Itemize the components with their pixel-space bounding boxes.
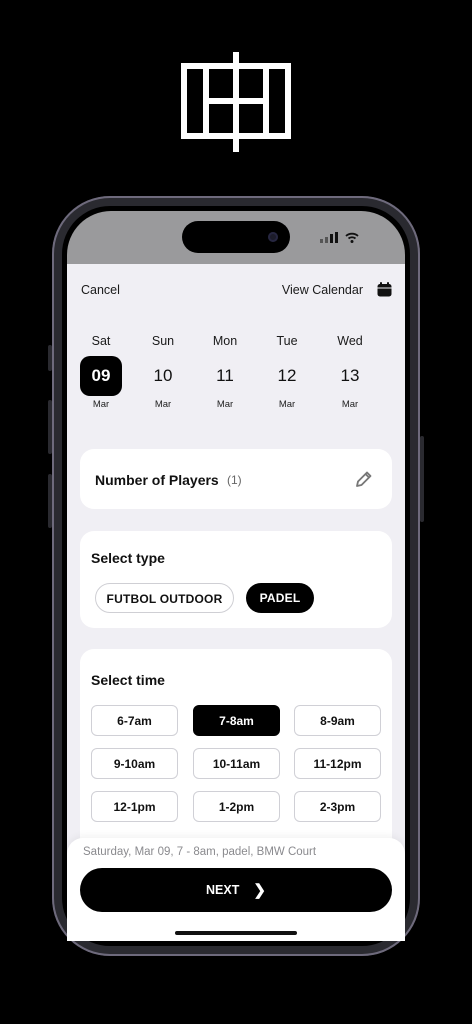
booking-sheet: Cancel View Calendar Sat 09 Mar Sun 10 M… [67, 264, 405, 941]
court-logo-icon [181, 52, 291, 152]
time-slot-7-8am[interactable]: 7-8am [193, 705, 280, 736]
time-slot-9-10am[interactable]: 9-10am [91, 748, 178, 779]
sheet-header: Cancel View Calendar [67, 264, 405, 316]
day-selector: Sat 09 Mar Sun 10 Mar Mon 11 Mar Tue 12 … [67, 334, 405, 414]
chevron-right-icon: ❯ [253, 882, 266, 899]
day-sat-09[interactable]: Sat 09 Mar [79, 334, 123, 414]
day-month: Mar [278, 399, 296, 410]
day-number: 11 [216, 366, 234, 385]
dynamic-island [182, 221, 290, 253]
day-name: Sat [91, 334, 111, 348]
home-indicator [175, 931, 297, 935]
bottom-bar: Saturday, Mar 09, 7 - 8am, padel, BMW Co… [67, 838, 405, 941]
pencil-icon[interactable] [354, 469, 374, 489]
time-slot-2-3pm[interactable]: 2-3pm [294, 791, 381, 822]
time-slot-12-1pm[interactable]: 12-1pm [91, 791, 178, 822]
time-slot-8-9am[interactable]: 8-9am [294, 705, 381, 736]
time-section-title: Select time [91, 672, 165, 688]
players-title: Number of Players [95, 472, 219, 488]
day-sun-10[interactable]: Sun 10 Mar [141, 334, 185, 414]
view-calendar-button[interactable]: View Calendar [282, 283, 363, 297]
type-option-futbol-outdoor[interactable]: FUTBOL OUTDOOR [95, 583, 234, 613]
next-button[interactable]: NEXT ❯ [80, 868, 392, 912]
phone-button [48, 400, 52, 454]
next-label: NEXT [206, 883, 240, 897]
day-name: Sun [151, 334, 175, 348]
players-count: (1) [227, 473, 242, 487]
day-name: Tue [276, 334, 298, 348]
day-month: Mar [92, 399, 110, 410]
type-card: Select type FUTBOL OUTDOOR PADEL [80, 531, 392, 628]
day-number: 13 [340, 366, 360, 385]
status-icons [320, 232, 359, 243]
phone-button [48, 474, 52, 528]
day-number: 10 [153, 366, 173, 385]
day-name: Wed [337, 334, 363, 348]
day-month: Mar [216, 399, 234, 410]
day-number: 12 [277, 366, 297, 385]
booking-summary: Saturday, Mar 09, 7 - 8am, padel, BMW Co… [83, 846, 317, 858]
day-month: Mar [154, 399, 172, 410]
camera-icon [268, 232, 278, 242]
day-number: 09 [80, 356, 122, 396]
day-mon-11[interactable]: Mon 11 Mar [203, 334, 247, 414]
time-slot-10-11am[interactable]: 10-11am [193, 748, 280, 779]
day-name: Mon [212, 334, 238, 348]
players-card[interactable]: Number of Players (1) [80, 449, 392, 509]
type-option-padel[interactable]: PADEL [246, 583, 314, 613]
type-section-title: Select type [91, 550, 165, 566]
calendar-icon[interactable] [377, 282, 392, 297]
day-tue-12[interactable]: Tue 12 Mar [265, 334, 309, 414]
time-slot-1-2pm[interactable]: 1-2pm [193, 791, 280, 822]
time-slot-11-12pm[interactable]: 11-12pm [294, 748, 381, 779]
cancel-button[interactable]: Cancel [81, 283, 120, 297]
time-slot-6-7am[interactable]: 6-7am [91, 705, 178, 736]
phone-button [420, 436, 424, 522]
day-month: Mar [341, 399, 359, 410]
phone-button [48, 345, 52, 371]
day-wed-13[interactable]: Wed 13 Mar [328, 334, 372, 414]
